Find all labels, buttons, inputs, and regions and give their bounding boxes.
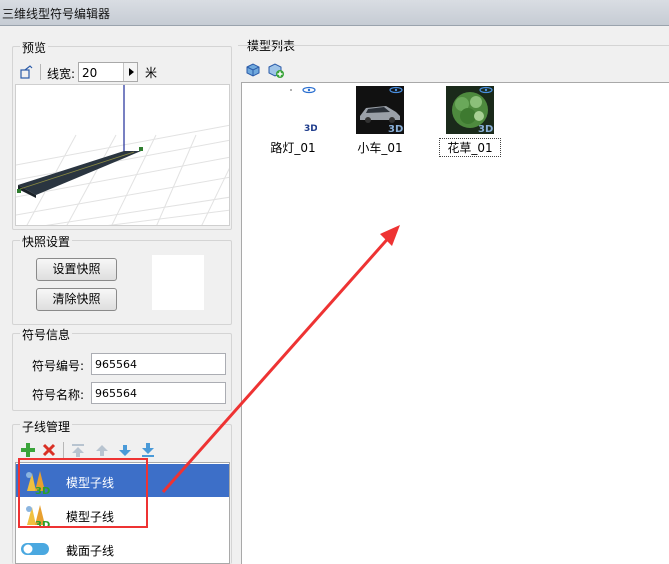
model-list-panel[interactable]: 3D 路灯_01 3D 小车_01 3D 花草_01: [241, 82, 669, 564]
model-item-streetlight[interactable]: 3D 路灯_01: [263, 86, 323, 156]
symbol-name-value: 965564: [95, 387, 137, 400]
window-title: 三维线型符号编辑器: [2, 7, 111, 21]
line-width-value: 20: [82, 66, 98, 80]
toolbar-separator: [40, 64, 41, 80]
window-titlebar: 三维线型符号编辑器: [0, 0, 669, 26]
rotate-view-icon[interactable]: [18, 64, 34, 80]
model-item-label: 小车_01: [357, 141, 403, 155]
symbol-name-label: 符号名称:: [32, 388, 85, 402]
line-width-label: 线宽:: [47, 67, 76, 81]
subline-item-section[interactable]: 截面子线: [16, 532, 229, 563]
model-item-label: 路灯_01: [270, 141, 316, 155]
symbol-id-value: 965564: [95, 358, 137, 371]
move-up-icon[interactable]: [94, 442, 110, 458]
annotation-highlight-box: [18, 458, 148, 528]
model-item-car[interactable]: 3D 小车_01: [350, 86, 410, 156]
model-item-plant[interactable]: 3D 花草_01: [439, 86, 501, 157]
import-model-icon[interactable]: [245, 62, 261, 78]
delete-icon[interactable]: [41, 442, 57, 458]
model-item-label: 花草_01: [439, 138, 501, 157]
svg-text:3D: 3D: [304, 124, 317, 134]
subline-item-label: 截面子线: [66, 544, 115, 558]
car-thumbnail: 3D: [356, 86, 404, 135]
preview-group-label: 预览: [20, 39, 49, 56]
preview-scene: [16, 85, 229, 225]
symbol-info-group-label: 符号信息: [20, 326, 73, 343]
add-model-icon[interactable]: [268, 62, 284, 78]
clear-snapshot-button[interactable]: 清除快照: [36, 288, 117, 311]
move-bottom-icon[interactable]: [140, 442, 156, 458]
move-top-icon[interactable]: [70, 442, 86, 458]
svg-text:3D: 3D: [388, 124, 403, 134]
add-icon[interactable]: [20, 442, 36, 458]
streetlight-thumbnail: 3D: [269, 86, 318, 134]
toolbar-separator: [63, 442, 64, 458]
symbol-id-field[interactable]: 965564: [91, 353, 226, 375]
move-down-icon[interactable]: [117, 442, 133, 458]
symbol-name-field[interactable]: 965564: [91, 382, 226, 404]
toggle-icon: [20, 541, 50, 557]
line-width-unit: 米: [145, 66, 158, 80]
svg-text:3D: 3D: [478, 124, 493, 134]
symbol-id-label: 符号编号:: [32, 359, 85, 373]
plant-thumbnail: 3D: [446, 86, 494, 135]
preview-viewport[interactable]: [15, 84, 230, 226]
snapshot-group-label: 快照设置: [20, 233, 73, 250]
snapshot-preview: [152, 255, 204, 310]
line-width-spin-button[interactable]: [123, 63, 137, 81]
line-width-input[interactable]: 20: [78, 62, 138, 82]
set-snapshot-button[interactable]: 设置快照: [36, 258, 117, 281]
subline-group-label: 子线管理: [20, 418, 73, 435]
model-list-divider: [238, 45, 669, 46]
